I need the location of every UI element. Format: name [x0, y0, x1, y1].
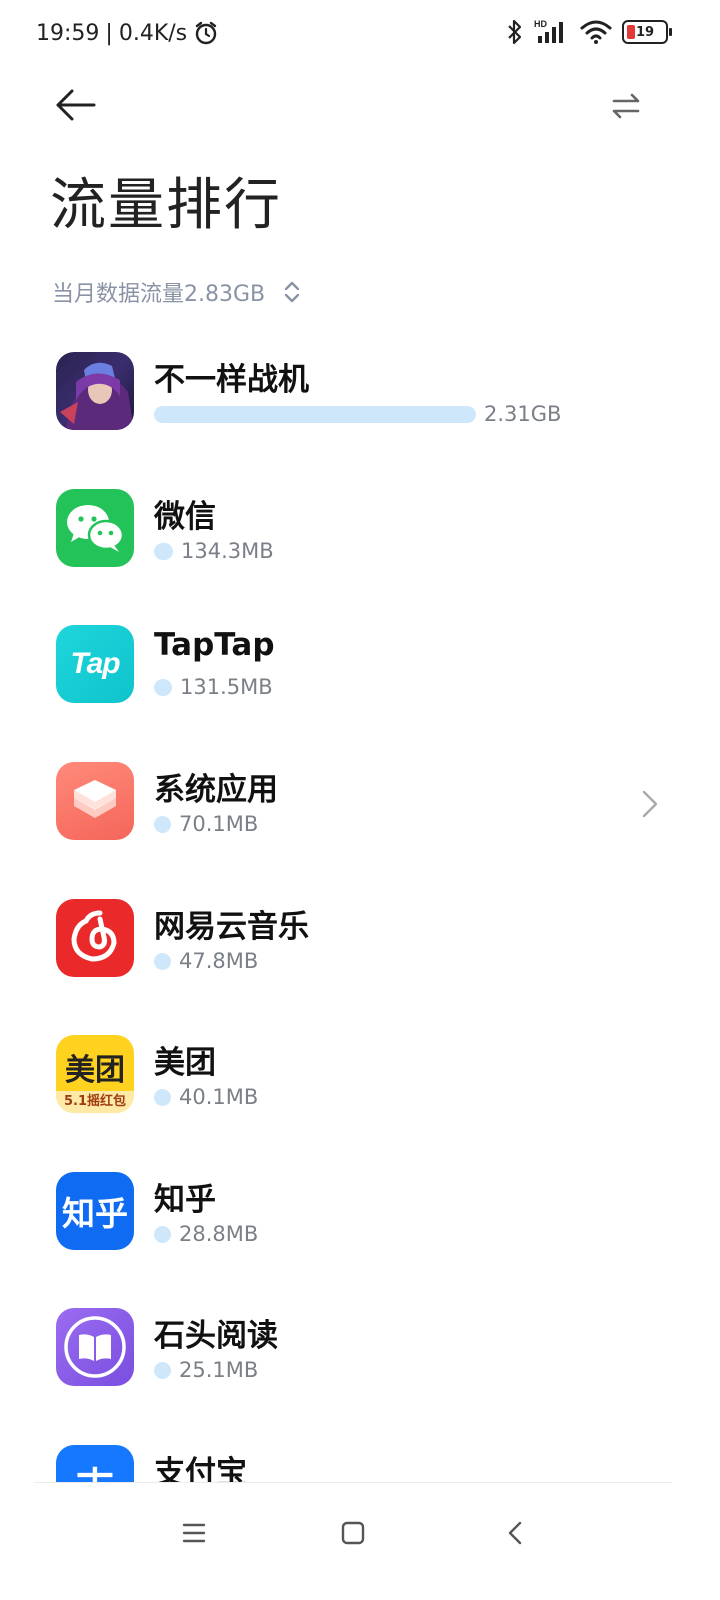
status-time: 19:59 — [36, 20, 100, 46]
app-name: 微信 — [154, 499, 216, 535]
usage-indicator: 28.8MB — [154, 1222, 258, 1246]
status-left: 19:59 | 0.4K/s — [36, 20, 219, 46]
battery-level: 19 — [635, 24, 655, 40]
usage-bar — [154, 542, 173, 560]
sort-updown-icon — [284, 281, 300, 303]
bluetooth-icon — [508, 19, 522, 45]
meituan-icon-text: 美团 — [65, 1053, 125, 1088]
status-bar: 19:59 | 0.4K/s HD 19 — [0, 0, 720, 70]
usage-indicator: 25.1MB — [154, 1358, 258, 1382]
usage-amount: 28.8MB — [179, 1222, 259, 1246]
home-icon — [341, 1521, 365, 1545]
app-name: 知乎 — [154, 1182, 216, 1218]
app-row[interactable]: 知乎 知乎 28.8MB — [0, 1150, 720, 1270]
menu-button[interactable] — [172, 1511, 216, 1555]
usage-indicator: 131.5MB — [154, 675, 273, 699]
usage-bar — [154, 678, 172, 696]
usage-indicator: 70.1MB — [154, 812, 258, 836]
home-button[interactable] — [331, 1511, 375, 1555]
alarm-icon — [195, 21, 217, 45]
app-name: 支付宝 — [154, 1455, 247, 1483]
usage-indicator: 40.1MB — [154, 1085, 258, 1109]
chevron-right-icon — [642, 790, 658, 818]
swap-arrows-icon — [612, 93, 640, 119]
system-apps-icon — [56, 762, 134, 840]
battery-indicator: 19 — [622, 20, 672, 44]
taptap-icon: Tap — [56, 625, 134, 703]
swap-button[interactable] — [604, 86, 648, 126]
meituan-icon: 美团 5.1摇红包 — [56, 1035, 134, 1113]
usage-amount: 131.5MB — [180, 675, 273, 699]
signal-icon: HD — [534, 19, 563, 43]
status-right: HD 19 — [506, 18, 672, 46]
page-title: 流量排行 — [50, 173, 282, 238]
app-name: 不一样战机 — [154, 362, 309, 398]
usage-amount: 2.31GB — [484, 402, 562, 426]
usage-bar — [154, 815, 171, 833]
back-button[interactable] — [50, 82, 102, 128]
app-row[interactable]: 网易云音乐 47.8MB — [0, 877, 720, 997]
book-reader-icon — [56, 1308, 134, 1386]
app-row[interactable]: 系统应用 70.1MB — [0, 740, 720, 860]
app-row[interactable]: 不一样战机 2.31GB — [0, 330, 720, 450]
usage-bar — [154, 952, 171, 970]
wechat-icon — [56, 489, 134, 567]
app-name: 网易云音乐 — [154, 909, 309, 945]
app-row[interactable]: 石头阅读 25.1MB — [0, 1286, 720, 1406]
signal-hd-label: HD — [534, 19, 547, 29]
zhihu-icon-text: 知乎 — [62, 1194, 128, 1233]
wifi-icon — [580, 20, 612, 44]
status-net-speed: 0.4K/s — [118, 20, 188, 46]
back-arrow-icon — [56, 89, 96, 121]
app-row[interactable]: Tap TapTap 131.5MB — [0, 603, 720, 723]
usage-indicator: 47.8MB — [154, 949, 258, 973]
netease-music-icon — [56, 899, 134, 977]
game-avatar-icon — [56, 352, 134, 430]
meituan-promo-banner: 5.1摇红包 — [56, 1091, 134, 1113]
monthly-usage-label: 当月数据流量2.83GB — [52, 282, 266, 307]
meituan-promo-text: 5.1摇红包 — [63, 1094, 127, 1109]
system-nav-bar — [34, 1482, 672, 1600]
usage-amount: 25.1MB — [179, 1358, 259, 1382]
menu-icon — [182, 1523, 206, 1543]
app-row[interactable]: 支 支付宝 — [0, 1423, 720, 1483]
alipay-icon-text: 支 — [75, 1455, 115, 1483]
usage-indicator: 2.31GB — [154, 402, 561, 426]
zhihu-icon: 知乎 — [56, 1172, 134, 1250]
app-row[interactable]: 美团 5.1摇红包 美团 40.1MB — [0, 1013, 720, 1133]
app-name: 美团 — [154, 1045, 216, 1081]
monthly-usage-selector[interactable]: 当月数据流量2.83GB — [52, 276, 301, 308]
usage-bar — [154, 1088, 171, 1106]
app-name: 系统应用 — [154, 772, 278, 808]
app-row[interactable]: 微信 134.3MB — [0, 467, 720, 587]
status-separator: | — [105, 20, 113, 46]
usage-amount: 70.1MB — [179, 812, 259, 836]
usage-amount: 134.3MB — [181, 539, 274, 563]
app-name: TapTap — [154, 627, 275, 663]
usage-bar — [154, 405, 476, 423]
usage-amount: 47.8MB — [179, 949, 259, 973]
app-name: 石头阅读 — [154, 1318, 278, 1354]
alipay-icon: 支 — [56, 1445, 134, 1483]
taptap-icon-text: Tap — [70, 647, 120, 680]
nav-back-icon — [508, 1521, 522, 1545]
usage-bar — [154, 1361, 171, 1379]
nav-back-button[interactable] — [494, 1511, 538, 1555]
usage-amount: 40.1MB — [179, 1085, 259, 1109]
usage-indicator: 134.3MB — [154, 539, 274, 563]
usage-bar — [154, 1225, 171, 1243]
